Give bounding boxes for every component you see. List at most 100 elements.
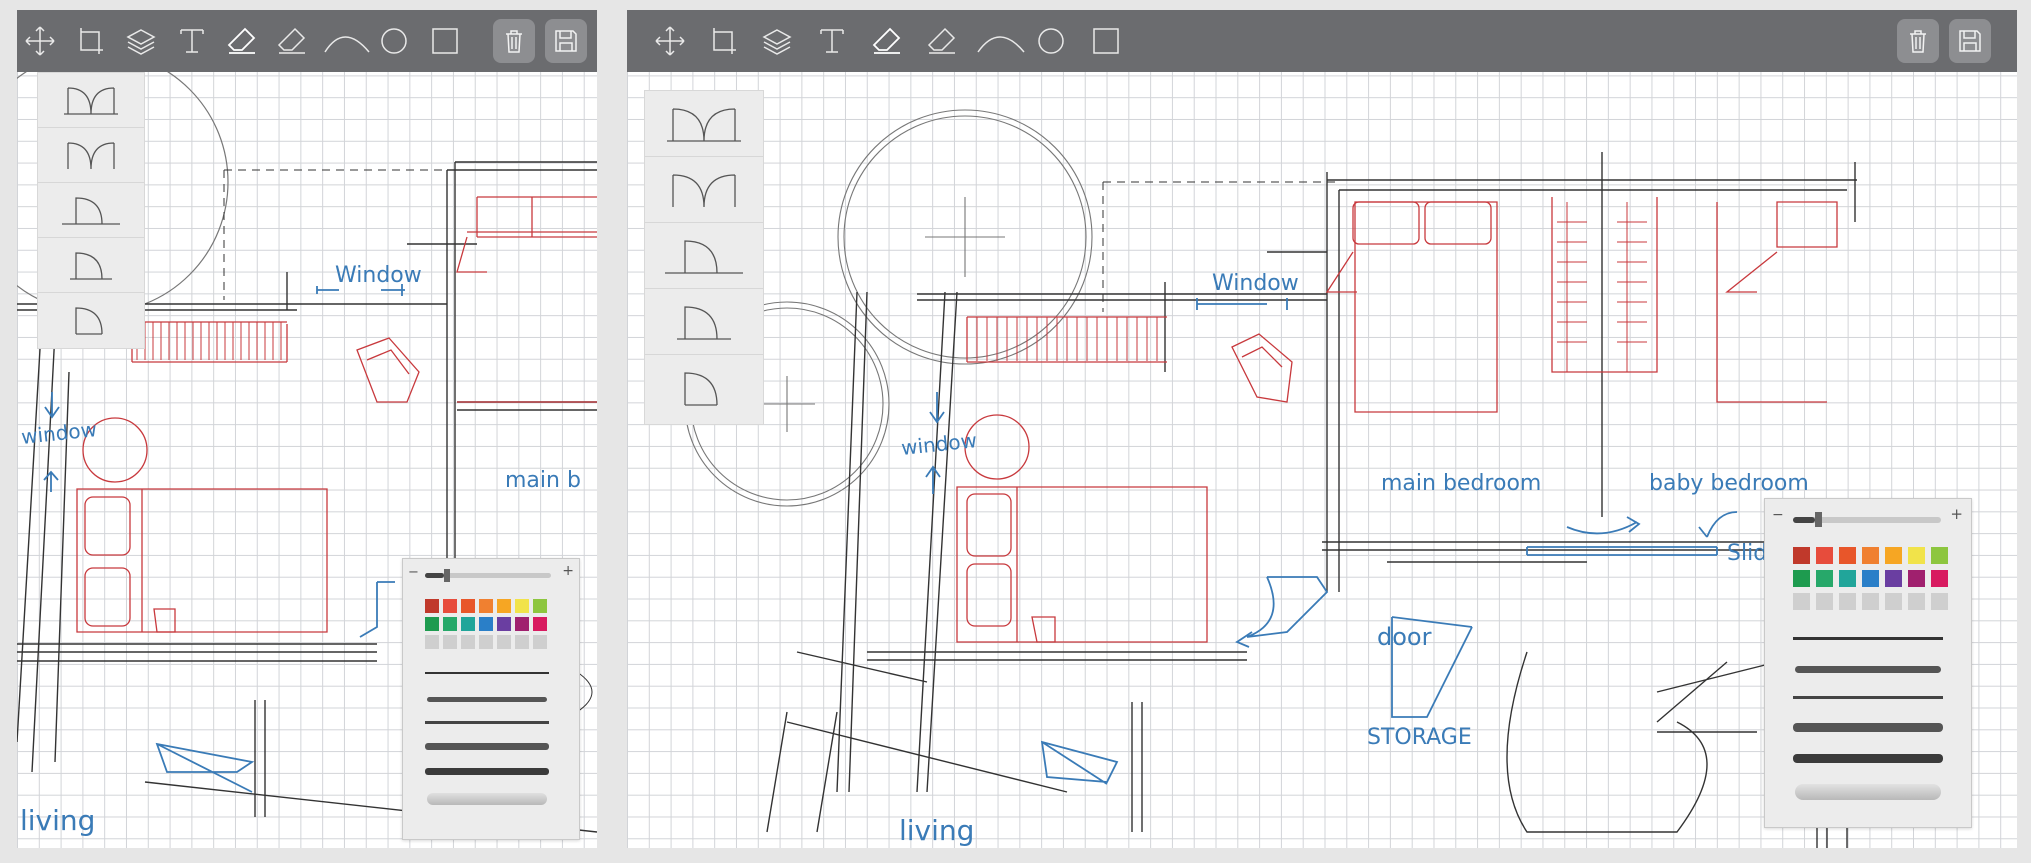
color-swatch[interactable]: [1862, 570, 1879, 587]
brush-stroke-option[interactable]: [1795, 784, 1941, 800]
color-swatch-empty[interactable]: [1793, 593, 1810, 610]
circle-icon[interactable]: [1031, 21, 1071, 61]
door-swing-icon[interactable]: [645, 223, 763, 289]
color-swatch[interactable]: [461, 599, 475, 613]
size-decrease-button[interactable]: −: [408, 565, 419, 580]
color-swatch[interactable]: [443, 599, 457, 613]
color-swatch[interactable]: [515, 617, 529, 631]
color-swatch[interactable]: [533, 617, 547, 631]
brush-stroke-option[interactable]: [427, 793, 547, 805]
arc-icon[interactable]: [322, 21, 372, 61]
color-swatch-empty[interactable]: [1816, 593, 1833, 610]
eraser-icon[interactable]: [222, 21, 262, 61]
ruler-eraser-icon[interactable]: [272, 21, 312, 61]
color-swatch[interactable]: [461, 617, 475, 631]
double-door-icon[interactable]: [645, 157, 763, 223]
eraser-icon[interactable]: [867, 21, 907, 61]
brush-size-slider[interactable]: [425, 569, 551, 582]
door-swing-icon[interactable]: [38, 238, 144, 293]
color-swatch[interactable]: [1816, 547, 1833, 564]
save-icon[interactable]: [1949, 19, 1991, 63]
color-swatch-empty[interactable]: [1862, 593, 1879, 610]
brush-stroke-option[interactable]: [427, 697, 547, 702]
brush-stroke-option[interactable]: [1793, 637, 1943, 640]
trash-icon[interactable]: [493, 19, 535, 63]
door-swing-icon[interactable]: [645, 289, 763, 355]
color-swatch[interactable]: [1793, 547, 1810, 564]
color-swatch[interactable]: [1839, 547, 1856, 564]
brush-stroke-option[interactable]: [1793, 754, 1943, 763]
color-swatch[interactable]: [497, 599, 511, 613]
text-icon[interactable]: [172, 21, 212, 61]
door-swing-icon[interactable]: [645, 355, 763, 420]
trash-icon[interactable]: [1897, 19, 1939, 63]
color-swatch-empty[interactable]: [1931, 593, 1948, 610]
color-swatch-empty[interactable]: [461, 635, 475, 649]
door-swing-icon[interactable]: [38, 293, 144, 347]
color-swatch-empty[interactable]: [515, 635, 529, 649]
color-swatch[interactable]: [479, 617, 493, 631]
double-door-icon[interactable]: [38, 128, 144, 183]
color-swatch-empty[interactable]: [1839, 593, 1856, 610]
color-swatch[interactable]: [425, 617, 439, 631]
crop-icon[interactable]: [70, 21, 110, 61]
color-swatch[interactable]: [497, 617, 511, 631]
size-increase-button[interactable]: +: [1950, 505, 1963, 523]
double-door-icon[interactable]: [645, 91, 763, 157]
color-swatch[interactable]: [1885, 570, 1902, 587]
color-swatch[interactable]: [1908, 570, 1925, 587]
color-swatch[interactable]: [1931, 547, 1948, 564]
color-swatch-empty[interactable]: [443, 635, 457, 649]
color-swatch[interactable]: [1862, 547, 1879, 564]
color-swatch-empty[interactable]: [479, 635, 493, 649]
color-swatch[interactable]: [1931, 570, 1948, 587]
layers-icon[interactable]: [121, 21, 161, 61]
toolbar-left: [17, 10, 597, 72]
arc-icon[interactable]: [975, 21, 1027, 61]
size-increase-button[interactable]: +: [562, 563, 574, 579]
color-swatch[interactable]: [1816, 570, 1833, 587]
brush-stroke-option[interactable]: [425, 768, 549, 775]
brush-stroke-option[interactable]: [1793, 696, 1943, 699]
rectangle-icon[interactable]: [425, 21, 465, 61]
color-swatch[interactable]: [533, 599, 547, 613]
canvas-right[interactable]: Window window main bedroom baby bedroom …: [627, 10, 2017, 848]
save-icon[interactable]: [545, 19, 587, 63]
brush-stroke-option[interactable]: [1795, 666, 1941, 673]
ruler-eraser-icon[interactable]: [922, 21, 962, 61]
brush-stroke-option[interactable]: [425, 743, 549, 750]
blue-annotations-left: [43, 284, 405, 793]
brush-size-slider[interactable]: [1793, 512, 1941, 527]
color-swatch[interactable]: [1908, 547, 1925, 564]
layers-icon[interactable]: [757, 21, 797, 61]
color-swatch[interactable]: [1793, 570, 1810, 587]
color-grid-right: [1793, 547, 1948, 610]
color-swatch[interactable]: [1839, 570, 1856, 587]
brush-stroke-option[interactable]: [425, 672, 549, 674]
text-icon[interactable]: [812, 21, 852, 61]
color-swatch-empty[interactable]: [1908, 593, 1925, 610]
color-swatch[interactable]: [425, 599, 439, 613]
label-main-bedroom: main b: [505, 468, 581, 493]
color-swatch-empty[interactable]: [1885, 593, 1902, 610]
shape-templates-left: [37, 72, 145, 349]
crop-icon[interactable]: [703, 21, 743, 61]
move-icon[interactable]: [650, 21, 690, 61]
label-window: Window: [1212, 271, 1299, 296]
circle-icon[interactable]: [374, 21, 414, 61]
size-decrease-button[interactable]: −: [1772, 507, 1784, 523]
brush-stroke-option[interactable]: [1793, 723, 1943, 732]
color-swatch[interactable]: [1885, 547, 1902, 564]
color-swatch[interactable]: [479, 599, 493, 613]
double-door-icon[interactable]: [38, 73, 144, 128]
color-swatch-empty[interactable]: [533, 635, 547, 649]
canvas-left[interactable]: Window window main b living − +: [17, 10, 597, 848]
move-icon[interactable]: [20, 21, 60, 61]
brush-stroke-option[interactable]: [425, 721, 549, 724]
color-swatch-empty[interactable]: [497, 635, 511, 649]
color-swatch-empty[interactable]: [425, 635, 439, 649]
color-swatch[interactable]: [443, 617, 457, 631]
rectangle-icon[interactable]: [1086, 21, 1126, 61]
door-swing-icon[interactable]: [38, 183, 144, 238]
color-swatch[interactable]: [515, 599, 529, 613]
